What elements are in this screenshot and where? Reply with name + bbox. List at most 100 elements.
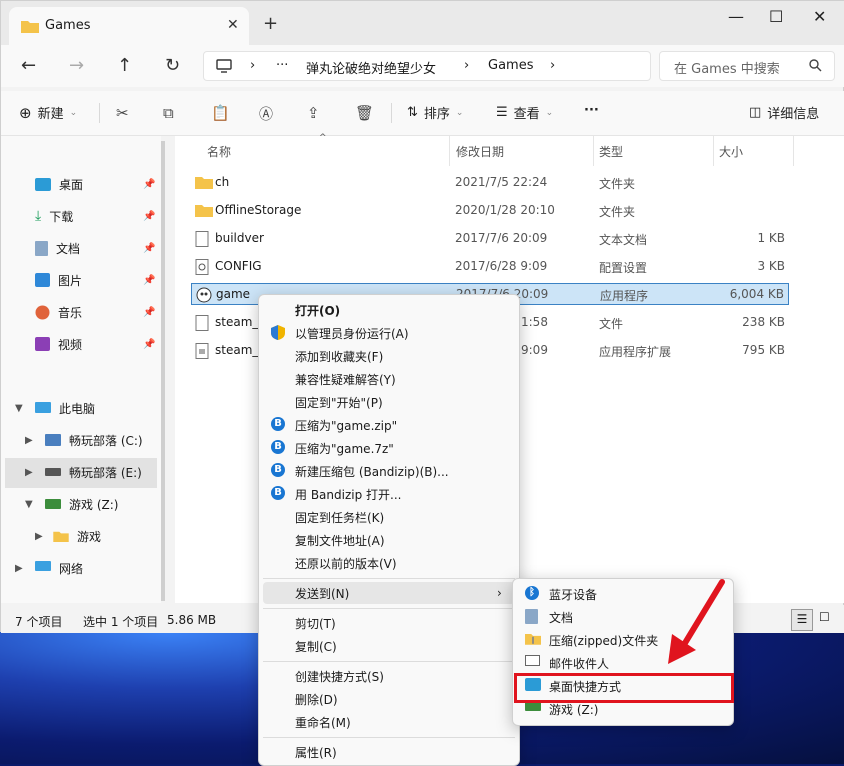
close-window-icon[interactable]: ✕: [813, 7, 826, 26]
menu-item-run-as-admin[interactable]: 以管理员身份运行(A): [263, 322, 513, 344]
column-divider[interactable]: [449, 136, 450, 166]
copy-icon[interactable]: ⧉: [163, 104, 174, 122]
sidebar-item-desktop[interactable]: 桌面: [35, 172, 83, 196]
sidebar-item-network[interactable]: 网络: [35, 556, 83, 580]
breadcrumb-current[interactable]: Games: [488, 58, 533, 73]
file-date: 1:58: [521, 315, 548, 329]
text-file-icon: [195, 231, 209, 247]
red-arrow-annotation: [668, 579, 725, 664]
more-options-button[interactable]: ···: [584, 103, 599, 118]
view-button[interactable]: ☰ 查看 ⌄: [496, 103, 553, 122]
sidebar-item-label: 畅玩部落 (C:): [69, 433, 143, 448]
breadcrumb-ellipsis[interactable]: ···: [276, 58, 288, 73]
menu-item-delete[interactable]: 删除(D): [263, 688, 513, 710]
column-header-date[interactable]: 修改日期: [456, 143, 504, 160]
picture-icon: [35, 273, 50, 287]
menu-item-compress-7z[interactable]: B 压缩为"game.7z": [263, 437, 513, 459]
breadcrumb-parent[interactable]: 弹丸论破绝对绝望少女: [306, 58, 436, 77]
column-divider[interactable]: [793, 136, 794, 166]
toolbar-divider: [99, 103, 100, 123]
minimize-icon[interactable]: —: [728, 7, 744, 26]
new-tab-icon[interactable]: +: [263, 13, 278, 34]
maximize-icon[interactable]: ☐: [769, 7, 783, 26]
menu-item-new-archive[interactable]: B 新建压缩包 (Bandizip)(B)...: [263, 460, 513, 482]
cut-icon[interactable]: ✂: [116, 104, 129, 122]
sidebar-item-drive-z[interactable]: 游戏 (Z:): [45, 492, 118, 516]
sidebar-item-games-folder[interactable]: 游戏: [53, 524, 101, 548]
sidebar-item-drive-e[interactable]: 畅玩部落 (E:): [45, 460, 142, 484]
search-box[interactable]: 在 Games 中搜索: [659, 51, 835, 81]
toolbar-divider: [391, 103, 392, 123]
file-row[interactable]: ch 2021/7/5 22:24 文件夹: [191, 172, 789, 194]
sidebar-item-label: 文档: [56, 241, 81, 256]
file-row[interactable]: OfflineStorage 2020/1/28 20:10 文件夹: [191, 200, 789, 222]
column-header-size[interactable]: 大小: [719, 143, 743, 160]
column-header-type[interactable]: 类型: [599, 143, 623, 160]
paste-icon[interactable]: 📋: [211, 104, 230, 122]
details-view-icon[interactable]: ☰: [791, 609, 813, 631]
menu-item-open-with-bandizip[interactable]: B用 Bandizip 打开...: [263, 483, 513, 505]
menu-item-cut[interactable]: 剪切(T): [263, 612, 513, 634]
windows-drive-icon: [45, 434, 61, 446]
sidebar-item-music[interactable]: 音乐: [35, 300, 82, 324]
back-icon[interactable]: ←: [21, 55, 36, 76]
column-header-name[interactable]: 名称: [207, 143, 231, 160]
details-button[interactable]: ◫ 详细信息: [749, 103, 819, 122]
sidebar-item-label: 此电脑: [59, 401, 96, 416]
menu-item-create-shortcut[interactable]: 创建快捷方式(S): [263, 665, 513, 687]
shield-icon: [271, 325, 285, 340]
pin-icon: 📌: [143, 275, 156, 286]
file-size: 1 KB: [757, 231, 785, 245]
menu-item-compress-zip[interactable]: B 压缩为"game.zip": [263, 414, 513, 436]
file-row[interactable]: buildver 2017/7/6 20:09 文本文档 1 KB: [191, 228, 789, 250]
chevron-right-icon[interactable]: ▶: [35, 531, 43, 542]
forward-icon[interactable]: →: [69, 55, 84, 76]
menu-item-properties[interactable]: 属性(R): [263, 741, 513, 763]
file-date: 2020/1/28 20:10: [455, 203, 555, 217]
menu-item-restore-versions[interactable]: 还原以前的版本(V): [263, 552, 513, 574]
item-count: 7 个项目: [15, 615, 63, 629]
details-pane-icon: ◫: [749, 105, 762, 120]
drive-icon: [45, 468, 61, 476]
menu-item-pin-taskbar[interactable]: 固定到任务栏(K): [263, 506, 513, 528]
up-icon[interactable]: ↑: [117, 55, 132, 76]
share-icon[interactable]: ⇪: [307, 104, 320, 122]
file-size: 238 KB: [742, 315, 785, 329]
chevron-down-icon[interactable]: ▼: [15, 403, 23, 414]
menu-item-add-favorites[interactable]: 添加到收藏夹(F): [263, 345, 513, 367]
tab-games[interactable]: Games ✕: [9, 7, 249, 45]
column-divider[interactable]: [593, 136, 594, 166]
menu-item-copy[interactable]: 复制(C): [263, 635, 513, 657]
sidebar-item-label: 畅玩部落 (E:): [69, 465, 142, 480]
selected-size: 5.86 MB: [167, 613, 217, 627]
menu-item-pin-start[interactable]: 固定到"开始"(P): [263, 391, 513, 413]
menu-item-rename[interactable]: 重命名(M): [263, 711, 513, 733]
menu-item-send-to[interactable]: 发送到(N) ›: [263, 582, 515, 604]
sidebar-item-drive-c[interactable]: 畅玩部落 (C:): [45, 428, 143, 452]
tiles-view-icon[interactable]: ☐: [819, 610, 830, 624]
address-bar[interactable]: › ··· 弹丸论破绝对绝望少女 › Games ›: [203, 51, 651, 81]
menu-item-open[interactable]: 打开(O): [263, 299, 513, 321]
chevron-down-icon[interactable]: ▼: [25, 499, 33, 510]
new-button[interactable]: ⊕ 新建 ⌄: [19, 103, 77, 123]
chevron-right-icon[interactable]: ▶: [15, 563, 23, 574]
chevron-right-icon[interactable]: ▶: [25, 435, 33, 446]
refresh-icon[interactable]: ↻: [165, 55, 180, 76]
sidebar-item-videos[interactable]: 视频: [35, 332, 82, 356]
sort-button[interactable]: ⇅ 排序 ⌄: [407, 103, 463, 122]
sidebar-item-pictures[interactable]: 图片: [35, 268, 82, 292]
menu-item-copy-path[interactable]: 复制文件地址(A): [263, 529, 513, 551]
sidebar-scrollbar[interactable]: [161, 141, 165, 601]
highlight-box: [514, 673, 734, 703]
column-divider[interactable]: [713, 136, 714, 166]
close-tab-icon[interactable]: ✕: [227, 17, 239, 33]
delete-icon[interactable]: 🗑: [355, 104, 374, 122]
chevron-right-icon[interactable]: ▶: [25, 467, 33, 478]
rename-icon[interactable]: Ⓐ: [259, 104, 273, 124]
file-type: 应用程序: [600, 289, 649, 303]
sidebar-item-documents[interactable]: 文档: [35, 236, 80, 260]
sidebar-item-downloads[interactable]: ⤓ 下载: [35, 204, 73, 228]
menu-item-compat-troubleshoot[interactable]: 兼容性疑难解答(Y): [263, 368, 513, 390]
file-row[interactable]: CONFIG 2017/6/28 9:09 配置设置 3 KB: [191, 256, 789, 278]
sidebar-item-this-pc[interactable]: 此电脑: [35, 396, 95, 420]
